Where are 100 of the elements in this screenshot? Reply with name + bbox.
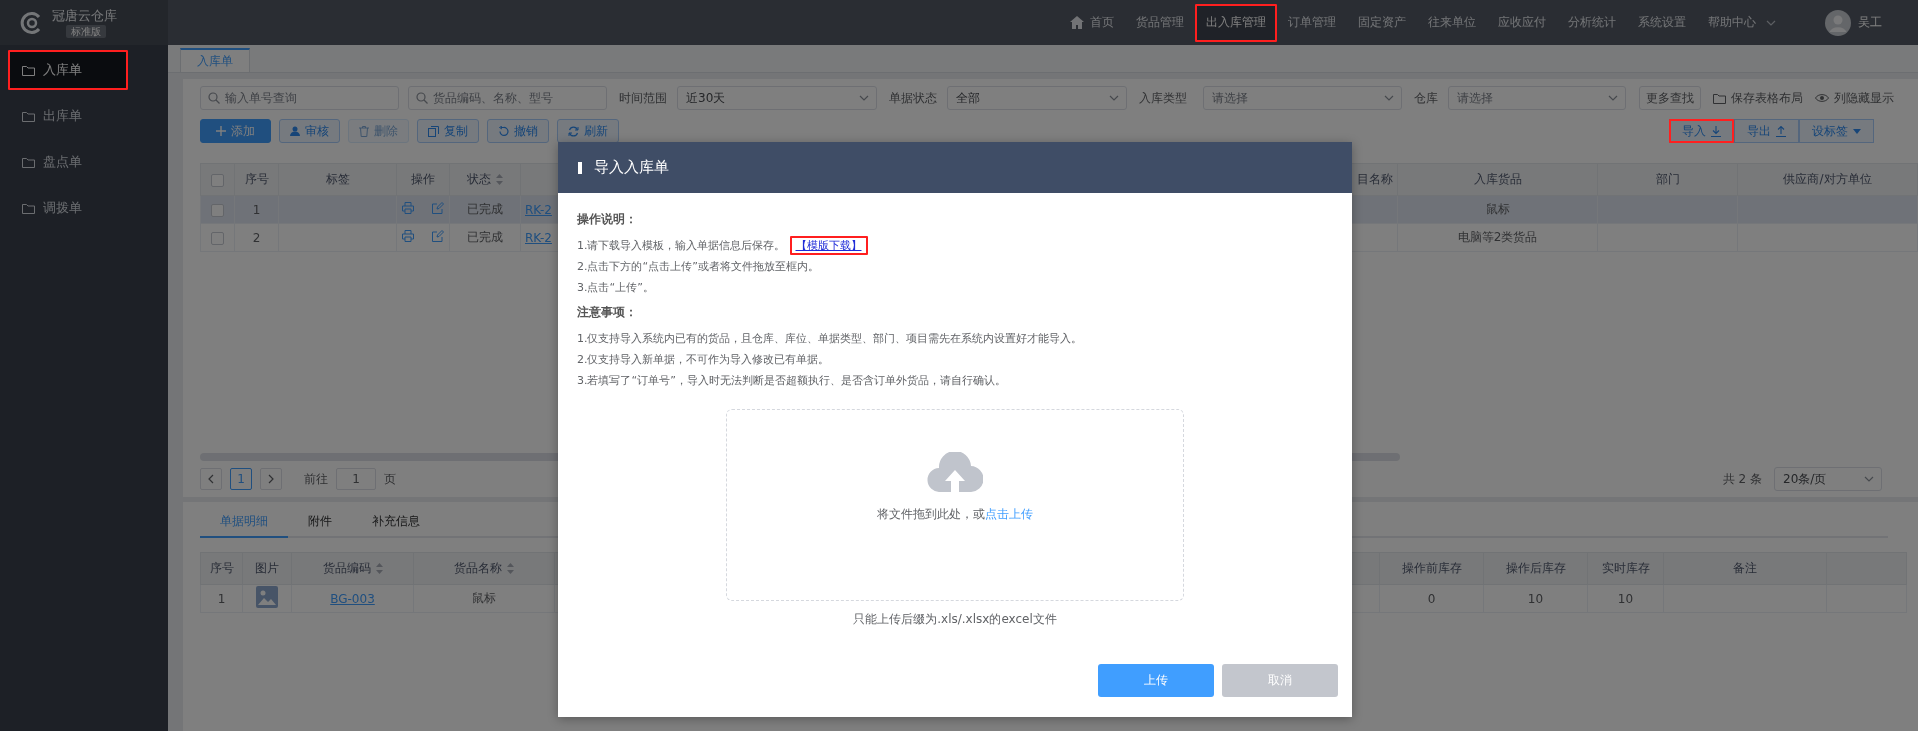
toolbar-button[interactable]: 审核 — [279, 119, 340, 143]
avatar-icon — [1825, 9, 1851, 36]
chevron-left-icon — [208, 474, 214, 484]
table-cell: 已完成 — [449, 223, 521, 252]
search-field[interactable]: 货品编码、名称、型号 — [408, 86, 607, 110]
column-header: 货品名称 — [454, 560, 502, 577]
nav-link[interactable]: 订单管理 — [1277, 3, 1347, 42]
title-marker-icon — [578, 161, 582, 174]
table-cell: 10 — [1587, 584, 1664, 613]
instruction-text: 3.点击“上传”。 — [577, 280, 655, 296]
detail-tab[interactable]: 补充信息 — [352, 506, 440, 536]
column-header: 操作后库存 — [1483, 552, 1588, 585]
detail-tab[interactable]: 单据明细 — [200, 506, 288, 538]
column-header: 序号 — [200, 552, 243, 585]
toolbar-button[interactable]: 撤销 — [487, 119, 549, 143]
edition-badge: 标准版 — [66, 24, 106, 38]
upload-hint: 只能上传后缀为.xls/.xlsx的excel文件 — [853, 611, 1057, 628]
table-cell: 鼠标 — [1397, 195, 1598, 224]
upload-icon — [1776, 125, 1786, 137]
code-link[interactable]: BG-003 — [330, 591, 375, 606]
cancel-button[interactable]: 取消 — [1222, 664, 1338, 697]
page-tab[interactable]: 入库单 — [180, 48, 250, 72]
chevron-down-icon — [1608, 95, 1618, 101]
cloud-upload-icon — [927, 452, 983, 492]
toolbar-button[interactable]: 设标签 — [1799, 119, 1874, 143]
column-header: 供应商/对方单位 — [1737, 163, 1918, 196]
print-button[interactable] — [402, 202, 414, 214]
edit-icon — [432, 230, 444, 242]
select-field[interactable]: 请选择 — [1448, 86, 1626, 110]
sidebar-item[interactable]: 盘点单 — [8, 142, 128, 182]
column-header: 操作 — [396, 163, 450, 196]
nav-link[interactable]: 往来单位 — [1417, 3, 1487, 42]
nav-link[interactable]: 固定资产 — [1347, 3, 1417, 42]
nav-link[interactable]: 应收应付 — [1487, 3, 1557, 42]
section-heading: 操作说明： — [577, 211, 638, 228]
table-cell: 2 — [234, 223, 279, 252]
instruction-text: 2.点击下方的“点击上传”或者将文件拖放至框内。 — [577, 259, 820, 275]
upload-button[interactable]: 上传 — [1098, 664, 1214, 697]
code-link[interactable]: RK-2 — [525, 202, 552, 217]
table-cell: 0 — [1379, 584, 1484, 613]
select-field[interactable]: 请选择 — [1203, 86, 1402, 110]
sidebar-item[interactable]: 调拨单 — [8, 188, 128, 228]
trash-icon — [359, 125, 369, 137]
upload-dropzone[interactable]: 将文件拖到此处，或点击上传 — [726, 409, 1184, 601]
chevron-down-icon — [1384, 95, 1394, 101]
page-number[interactable]: 1 — [230, 468, 252, 490]
caret-down-icon — [1853, 128, 1861, 134]
detail-tab[interactable]: 附件 — [288, 506, 352, 536]
search-field[interactable]: 输入单号查询 — [200, 86, 399, 110]
chevron-down-icon — [859, 95, 869, 101]
previous-page-button[interactable] — [200, 468, 222, 490]
printer-icon — [402, 202, 414, 214]
user-icon — [290, 126, 300, 136]
code-link[interactable]: RK-2 — [525, 230, 552, 245]
nav-link[interactable]: 分析统计 — [1557, 3, 1627, 42]
instruction-text: 3.若填写了“订单号”，导入时无法判断是否超额执行、是否含订单外货品，请自行确认。 — [577, 373, 1007, 389]
edit-button[interactable] — [432, 230, 444, 242]
nav-link[interactable]: 出入库管理 — [1195, 3, 1277, 42]
nav-link[interactable]: 货品管理 — [1125, 3, 1195, 42]
folder-icon — [1713, 92, 1726, 104]
select-field[interactable]: 近30天 — [677, 86, 877, 110]
next-page-button[interactable] — [260, 468, 282, 490]
sidebar-item[interactable]: 出库单 — [8, 96, 128, 136]
app-name: 冠唐云仓库 — [52, 7, 117, 24]
user-name[interactable]: 吴工 — [1858, 14, 1882, 31]
upload-link[interactable]: 点击上传 — [985, 506, 1033, 523]
print-button[interactable] — [402, 230, 414, 242]
dropzone-text: 将文件拖到此处，或 — [877, 506, 985, 523]
toolbar-button[interactable]: 复制 — [417, 119, 479, 143]
nav-link[interactable]: 首页 — [1059, 3, 1125, 42]
edit-button[interactable] — [432, 202, 444, 214]
dialog-title: 导入入库单 — [594, 158, 669, 177]
undo-icon — [498, 125, 509, 137]
toolbar-button[interactable]: 添加 — [200, 119, 271, 143]
copy-icon — [428, 125, 439, 137]
chevron-down-icon — [1864, 476, 1874, 482]
select-field[interactable]: 全部 — [947, 86, 1127, 110]
toolbar-link[interactable]: 保存表格布局 — [1713, 89, 1803, 107]
column-header: 序号 — [234, 163, 279, 196]
more-search-button[interactable]: 更多查找 — [1639, 86, 1701, 110]
folder-icon — [22, 64, 35, 76]
checkbox[interactable] — [211, 203, 224, 217]
checkbox[interactable] — [211, 231, 224, 245]
search-icon — [208, 92, 220, 104]
filter-label: 单据状态 — [889, 89, 937, 107]
page-size-select[interactable]: 20条/页 — [1774, 467, 1882, 491]
column-header: 实时库存 — [1587, 552, 1664, 585]
table-cell: 电脑等2类货品 — [1397, 223, 1598, 252]
nav-link[interactable]: 帮助中心 — [1697, 3, 1787, 42]
folder-icon — [22, 202, 35, 214]
column-header: 部门 — [1597, 163, 1738, 196]
toolbar-button[interactable]: 导出 — [1734, 119, 1799, 143]
page-input[interactable]: 1 — [336, 468, 376, 490]
toolbar-button[interactable]: 刷新 — [557, 119, 619, 143]
column-header: 状态 — [467, 171, 491, 188]
eye-icon — [1815, 93, 1829, 103]
toolbar-link[interactable]: 列隐藏显示 — [1815, 89, 1894, 107]
checkbox[interactable] — [211, 173, 224, 187]
column-header: 标签 — [278, 163, 397, 196]
column-header: 货品编码 — [322, 560, 371, 577]
